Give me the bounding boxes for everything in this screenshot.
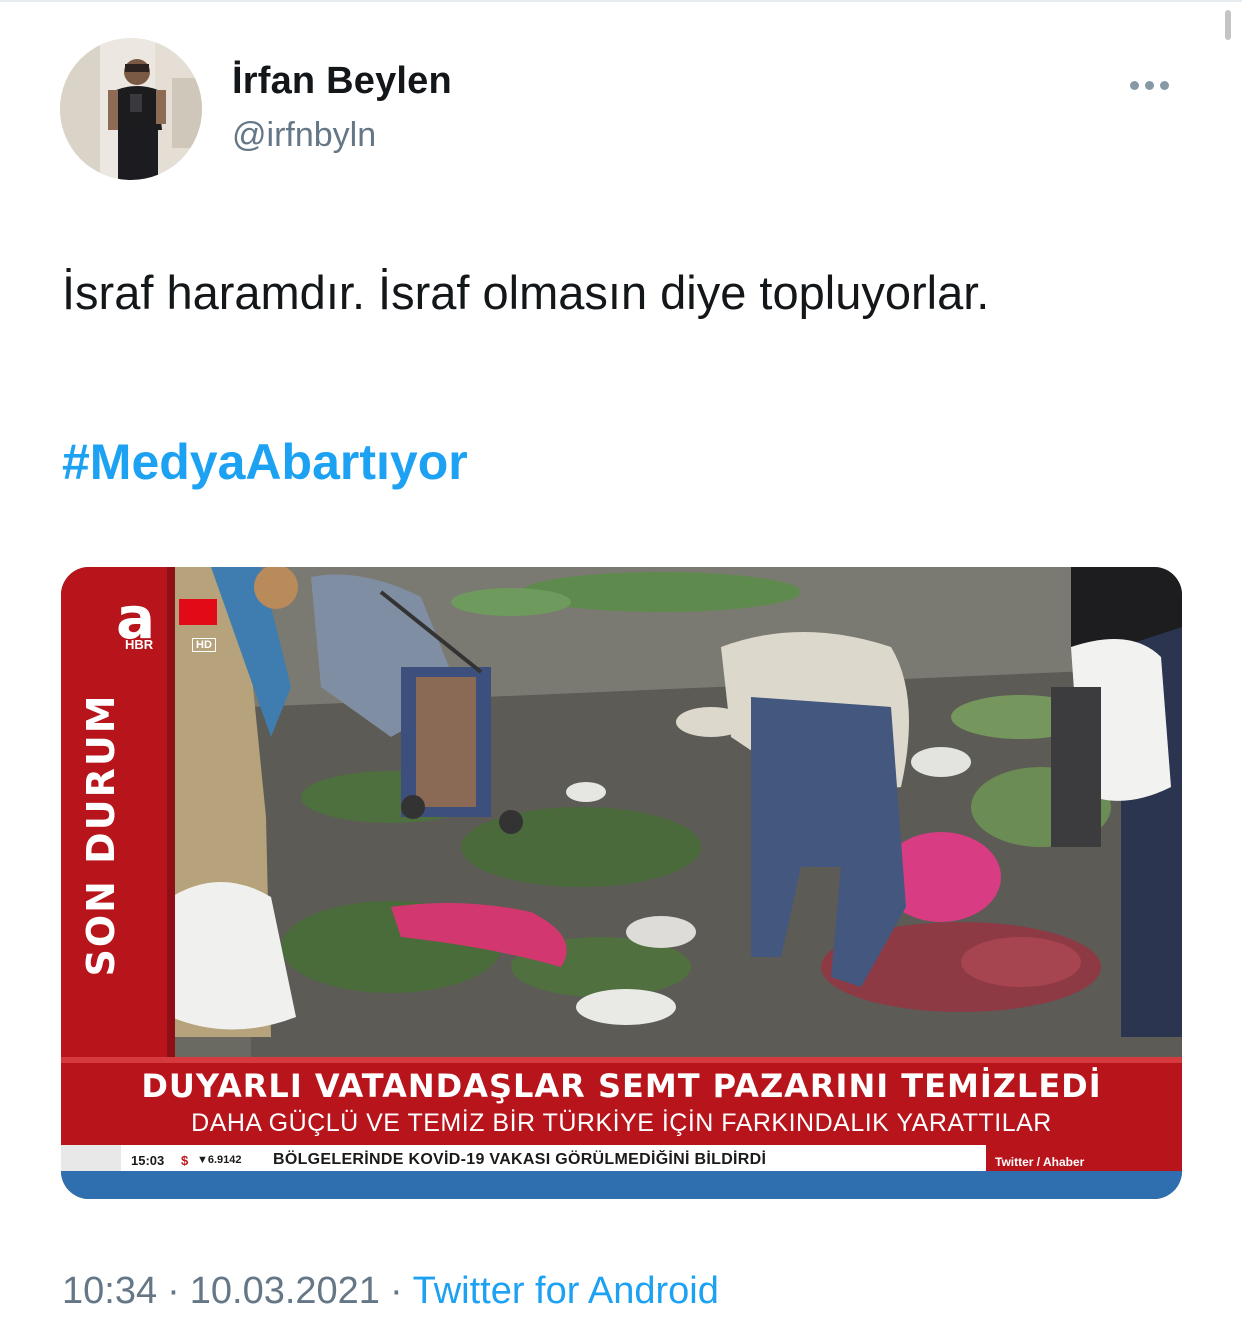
meta-separator: · [389,1270,403,1312]
ticker-text: BÖLGELERİNDE KOVİD-19 VAKASI GÖRÜLMEDİĞİ… [273,1151,767,1168]
ticker-source: Twitter / Ahaber [995,1155,1085,1169]
scrollbar[interactable] [1225,10,1231,40]
tweet-meta: 10:34 · 10.03.2021 · Twitter for Android [62,1270,719,1313]
meta-separator: · [167,1270,180,1312]
tweet-client-link[interactable]: Twitter for Android [413,1270,719,1312]
tweet-date[interactable]: 10.03.2021 [190,1270,380,1312]
avatar[interactable] [60,38,202,180]
dot-icon [1130,80,1139,90]
side-label-text: SON DURUM [79,693,123,977]
tweet-time[interactable]: 10:34 [62,1270,157,1312]
dot-icon [1160,80,1169,90]
more-options-icon[interactable] [1130,70,1178,100]
avatar-photo [60,38,202,180]
channel-sub-label: HBR [125,637,154,652]
top-divider [0,0,1242,2]
ticker-time: 15:03 [131,1153,165,1168]
turkish-flag-icon [179,599,217,625]
ticker-currency: $ [181,1153,189,1168]
tweet-media-image[interactable]: a HBR HD SON DURUM DUYARLI VATANDAŞLAR S… [61,567,1182,1199]
author-handle[interactable]: @irfnbyln [232,116,376,155]
tweet-text: İsraf haramdır. İsraf olmasın diye toplu… [62,266,990,319]
ticker-rate: ▼6.9142 [197,1154,242,1166]
author-name[interactable]: İrfan Beylen [232,60,452,103]
hashtag-link[interactable]: #MedyaAbartıyor [62,433,468,491]
hd-badge: HD [192,638,216,652]
news-subheadline: DAHA GÜÇLÜ VE TEMİZ BİR TÜRKİYE İÇİN FAR… [191,1109,1052,1137]
news-headline: DUYARLI VATANDAŞLAR SEMT PAZARINI TEMİZL… [141,1067,1102,1105]
dot-icon [1145,80,1154,90]
